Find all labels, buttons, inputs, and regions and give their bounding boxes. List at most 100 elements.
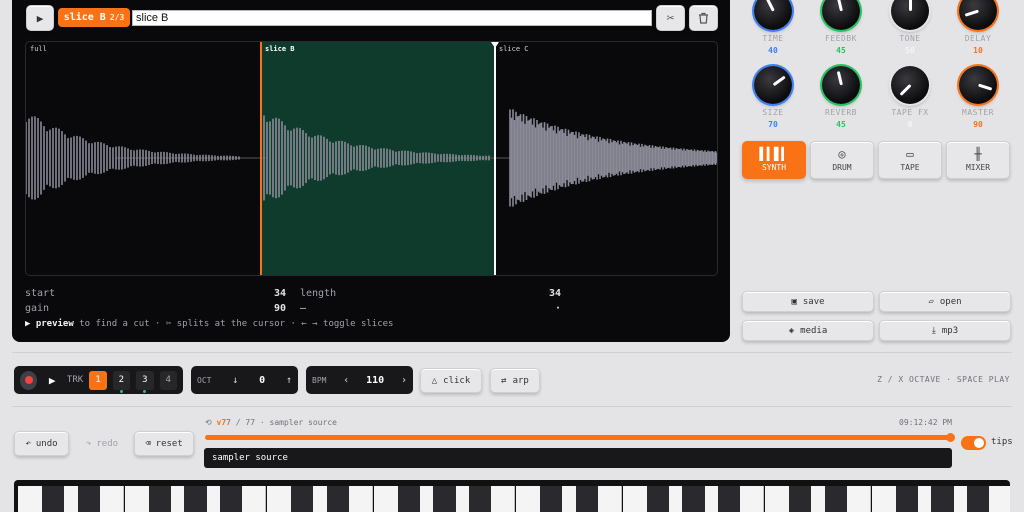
- metronome-icon: △: [431, 375, 438, 386]
- tips-label: tips: [991, 437, 1013, 447]
- mode-mixer-button[interactable]: ╫ MIXER: [946, 141, 1010, 179]
- mode-synth-button[interactable]: ▌▍▋▍ SYNTH: [742, 141, 806, 179]
- piano-keyboard[interactable]: [14, 480, 1010, 512]
- piano-black-key[interactable]: [469, 486, 492, 512]
- history-scrubber-thumb[interactable]: [946, 433, 955, 442]
- reset-button[interactable]: ⌫ reset: [134, 431, 194, 456]
- undo-button[interactable]: ↶ undo: [14, 431, 69, 456]
- waveform-view[interactable]: full slice B slice C: [25, 41, 718, 276]
- record-button[interactable]: [20, 370, 38, 390]
- open-label: open: [939, 296, 962, 307]
- delete-slice-button[interactable]: [689, 5, 718, 31]
- split-slice-button[interactable]: ✂: [656, 5, 685, 31]
- octave-down-button[interactable]: ↓: [232, 375, 238, 386]
- mode-tape-label: TAPE: [900, 163, 920, 172]
- track-1-label: 1: [95, 375, 101, 385]
- knob-dial[interactable]: [959, 0, 997, 30]
- piano-black-key[interactable]: [326, 486, 349, 512]
- track-3-button[interactable]: 3: [136, 370, 154, 393]
- knob-value: 50: [905, 46, 915, 55]
- record-icon: [24, 376, 33, 384]
- knob-time[interactable]: TIME 40: [743, 0, 803, 55]
- knob-reverb[interactable]: REVERB 45: [811, 66, 871, 129]
- knob-dial[interactable]: [891, 0, 929, 30]
- bpm-increase-button[interactable]: ›: [401, 375, 407, 386]
- redo-button[interactable]: ↷ redo: [76, 431, 128, 456]
- piano-black-key[interactable]: [789, 486, 812, 512]
- region-label-slice-b: slice B: [265, 45, 295, 53]
- track-3-indicator: [143, 389, 147, 393]
- piano-black-key[interactable]: [184, 486, 207, 512]
- piano-black-key[interactable]: [575, 486, 598, 512]
- knob-delay[interactable]: DELAY 10: [948, 0, 1008, 55]
- knob-dial[interactable]: [822, 66, 860, 104]
- track-2-button[interactable]: 2: [112, 370, 131, 393]
- scissors-icon: ✂: [666, 10, 675, 26]
- active-slice-badge[interactable]: slice B 2/3: [58, 8, 130, 27]
- preview-play-button[interactable]: ▶: [26, 5, 54, 31]
- track-4-button[interactable]: 4: [159, 370, 177, 390]
- history-scrubber[interactable]: [205, 433, 955, 442]
- piano-black-key[interactable]: [646, 486, 669, 512]
- open-button[interactable]: ▱ open: [879, 291, 1011, 312]
- repeat-icon: ⇄: [501, 375, 507, 386]
- knob-dial[interactable]: [822, 0, 860, 30]
- layers-icon: ◈: [788, 325, 795, 336]
- piano-black-key[interactable]: [540, 486, 563, 512]
- piano-black-key[interactable]: [433, 486, 456, 512]
- knob-dial[interactable]: [754, 0, 792, 30]
- piano-black-key[interactable]: [397, 486, 420, 512]
- piano-black-key[interactable]: [291, 486, 314, 512]
- play-icon: ▶: [48, 373, 56, 387]
- piano-black-key[interactable]: [220, 486, 243, 512]
- save-button[interactable]: ▣ save: [742, 291, 874, 312]
- knob-indicator: [836, 71, 843, 86]
- mode-mixer-label: MIXER: [965, 163, 991, 172]
- knob-dial[interactable]: [754, 66, 792, 104]
- piano-black-key[interactable]: [931, 486, 954, 512]
- gain-placeholder: ·: [554, 303, 561, 314]
- track-2-label: 2: [118, 375, 125, 385]
- piano-black-key[interactable]: [148, 486, 171, 512]
- knob-master[interactable]: MASTER 90: [948, 66, 1008, 129]
- metronome-click-button[interactable]: △ click: [420, 368, 482, 393]
- arp-button[interactable]: ⇄ arp: [490, 368, 540, 393]
- knob-dial[interactable]: [891, 66, 929, 104]
- knob-label: TONE: [899, 34, 921, 43]
- folder-icon: ▱: [928, 296, 934, 307]
- piano-black-key[interactable]: [824, 486, 847, 512]
- tips-toggle[interactable]: [961, 436, 986, 450]
- knob-tone[interactable]: TONE 50: [880, 0, 940, 55]
- knob-dial[interactable]: [959, 66, 997, 104]
- piano-black-key[interactable]: [42, 486, 65, 512]
- current-version: v77: [216, 418, 231, 427]
- knob-tape-fx[interactable]: TAPE FX 0: [880, 66, 940, 129]
- knob-value: 45: [836, 120, 846, 129]
- slice-counter: 2/3: [109, 13, 125, 22]
- knob-indicator: [908, 0, 912, 11]
- piano-black-key[interactable]: [77, 486, 100, 512]
- mp3-button[interactable]: ⤓ mp3: [879, 320, 1011, 341]
- media-button[interactable]: ◈ media: [742, 320, 874, 341]
- divider: [12, 406, 1012, 407]
- piano-black-key[interactable]: [682, 486, 705, 512]
- octave-label: OCT: [197, 375, 212, 385]
- mode-drum-button[interactable]: ◎ DRUM: [810, 141, 874, 179]
- history-timestamp: 09:12:42 PM: [899, 418, 952, 427]
- keyboard-shortcut-hint: Z / X OCTAVE · SPACE PLAY: [877, 375, 1010, 384]
- slice-name-input[interactable]: slice B: [132, 10, 652, 26]
- length-placeholder: —: [300, 303, 307, 314]
- track-1-button[interactable]: 1: [89, 370, 107, 390]
- mode-tape-button[interactable]: ▭ TAPE: [878, 141, 942, 179]
- start-label: start: [25, 288, 56, 299]
- knob-feedbk[interactable]: FEEDBK 45: [811, 0, 871, 55]
- piano-black-key[interactable]: [895, 486, 918, 512]
- piano-black-key[interactable]: [718, 486, 741, 512]
- knob-value: 10: [973, 46, 983, 55]
- octave-up-button[interactable]: ↑: [286, 375, 292, 386]
- bpm-decrease-button[interactable]: ‹: [343, 375, 349, 386]
- piano-black-key[interactable]: [967, 486, 990, 512]
- drum-icon: ◎: [838, 147, 846, 161]
- play-button[interactable]: ▶: [43, 371, 60, 390]
- knob-size[interactable]: SIZE 70: [743, 66, 803, 129]
